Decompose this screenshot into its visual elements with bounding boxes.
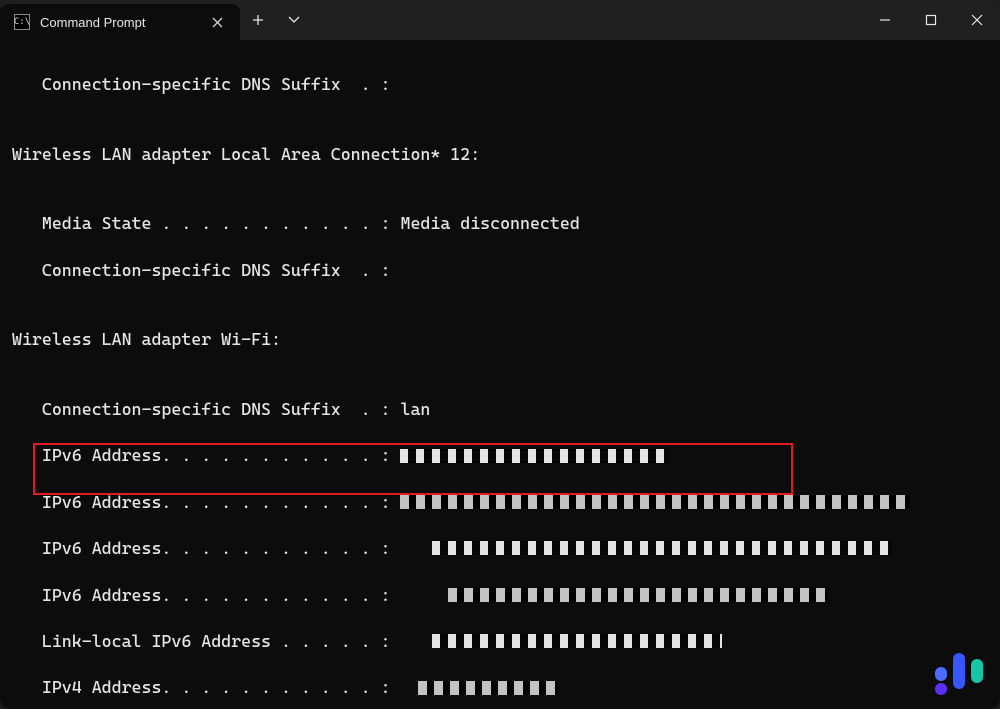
output-line: Connection-specific DNS Suffix . : <box>12 259 988 282</box>
output-line: IPv6 Address. . . . . . . . . . . : <box>12 584 988 607</box>
window-controls <box>862 0 1000 40</box>
titlebar-drag-region[interactable] <box>312 0 862 40</box>
titlebar: C:\ Command Prompt <box>0 0 1000 40</box>
tab-actions <box>240 0 312 40</box>
redacted-value <box>418 681 558 695</box>
output-line: Link-local IPv6 Address . . . . . : <box>12 630 988 653</box>
watermark-logo <box>932 649 986 695</box>
redacted-value <box>448 588 828 602</box>
output-line: Wireless LAN adapter Local Area Connecti… <box>12 143 988 166</box>
output-line: IPv4 Address. . . . . . . . . . . : <box>12 676 988 699</box>
output-line: Wireless LAN adapter Wi-Fi: <box>12 328 988 351</box>
output-line: IPv6 Address. . . . . . . . . . . : <box>12 537 988 560</box>
output-line: Connection-specific DNS Suffix . : lan <box>12 398 988 421</box>
redacted-value <box>400 449 670 463</box>
close-button[interactable] <box>954 0 1000 40</box>
tab-active[interactable]: C:\ Command Prompt <box>0 4 240 40</box>
redacted-value <box>432 541 892 555</box>
new-tab-button[interactable] <box>240 0 276 40</box>
output-line: Media State . . . . . . . . . . . : Medi… <box>12 212 988 235</box>
tab-close-icon[interactable] <box>208 13 226 31</box>
tab-dropdown-button[interactable] <box>276 0 312 40</box>
cmd-icon: C:\ <box>14 14 30 30</box>
minimize-button[interactable] <box>862 0 908 40</box>
maximize-button[interactable] <box>908 0 954 40</box>
terminal-window: C:\ Command Prompt <box>0 0 1000 709</box>
terminal-output[interactable]: Connection-specific DNS Suffix . : Wirel… <box>0 40 1000 709</box>
tab-label: Command Prompt <box>40 15 198 30</box>
redacted-value <box>400 495 910 509</box>
redacted-value <box>432 634 722 648</box>
output-line: IPv6 Address. . . . . . . . . . . : <box>12 491 988 514</box>
output-line: Connection-specific DNS Suffix . : <box>12 73 988 96</box>
output-line: IPv6 Address. . . . . . . . . . . : <box>12 444 988 467</box>
